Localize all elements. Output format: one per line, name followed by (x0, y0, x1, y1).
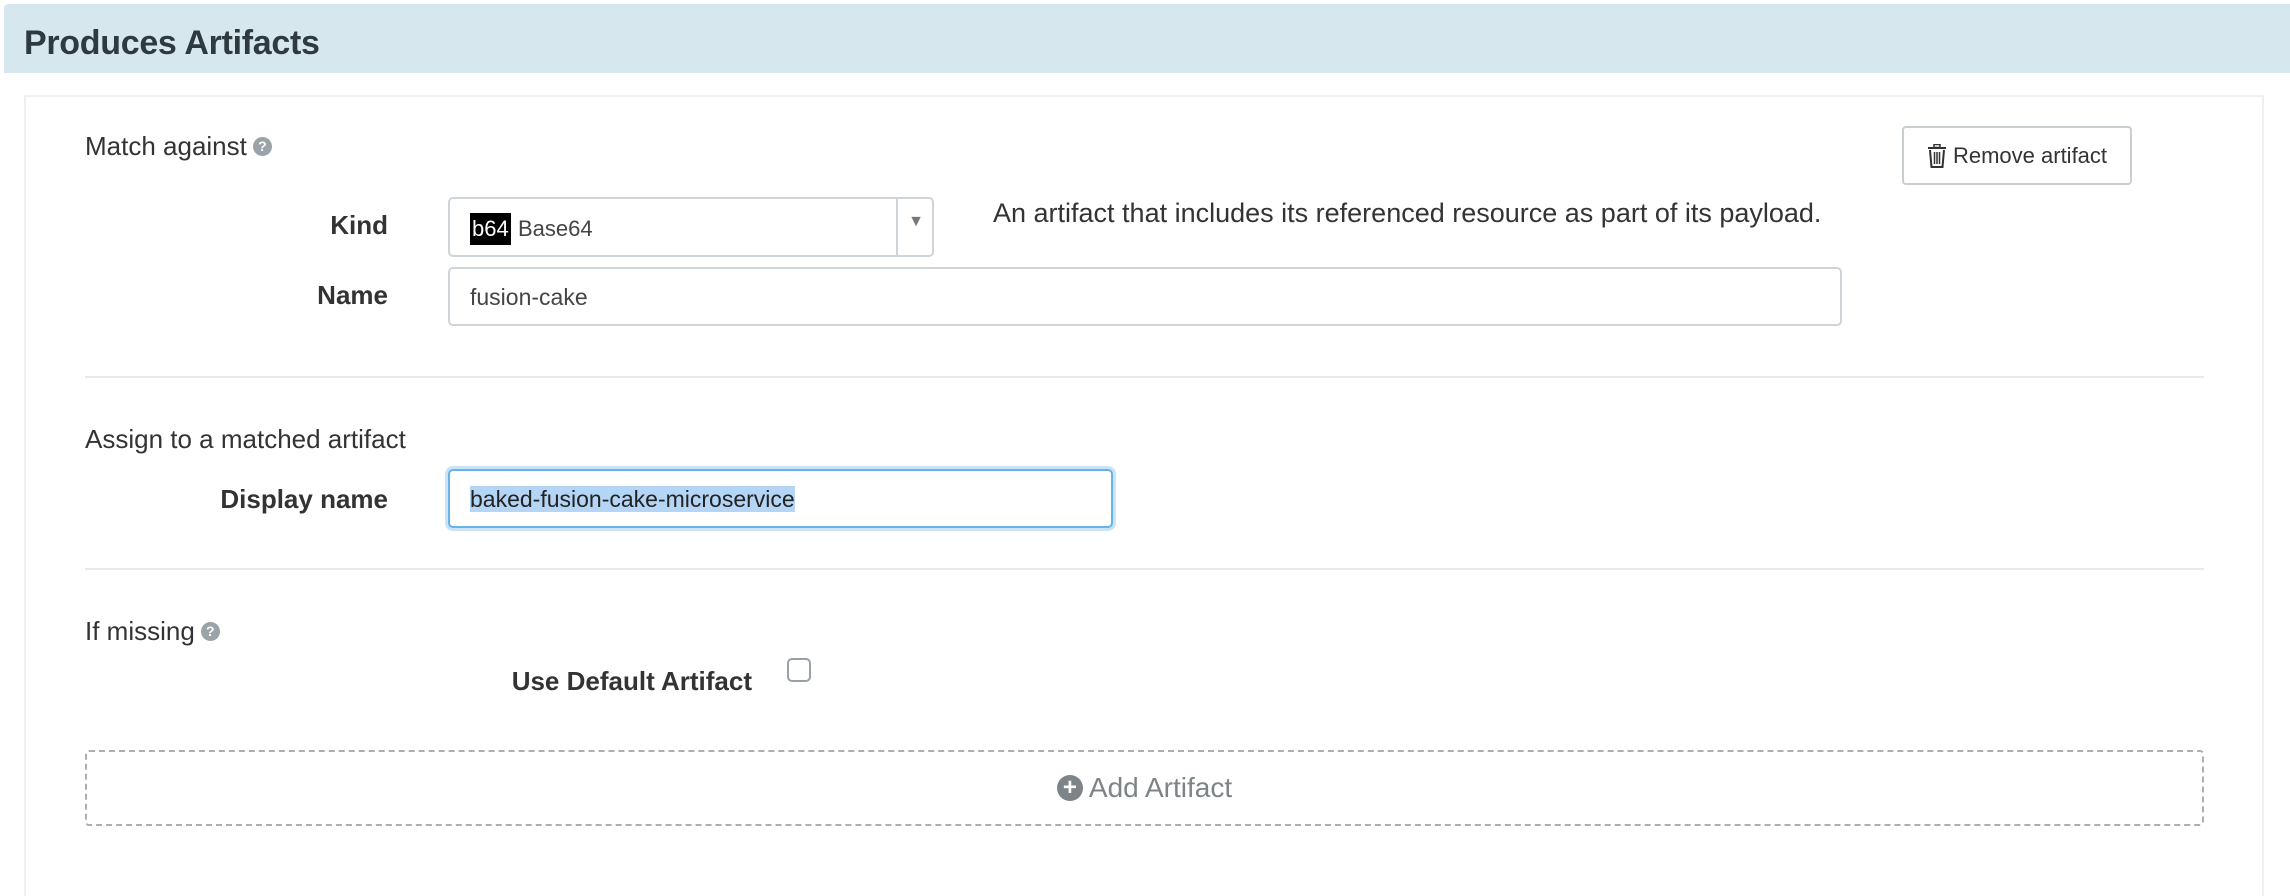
if-missing-label: If missing (85, 616, 195, 646)
add-artifact-label: Add Artifact (1088, 772, 1233, 803)
question-circle-icon[interactable]: ? (200, 621, 220, 641)
name-label: Name (317, 280, 388, 310)
kind-selected-value: Base64 (518, 216, 593, 241)
kind-description: An artifact that includes its referenced… (993, 198, 1822, 228)
if-missing-heading: If missing? (85, 616, 220, 647)
display-name-input-value: baked-fusion-cake-microservice (470, 486, 795, 512)
use-default-artifact-label: Use Default Artifact (511, 666, 752, 696)
remove-artifact-label: Remove artifact (1952, 142, 2108, 168)
plus-circle-icon: + (1056, 775, 1083, 801)
section-header: Produces Artifacts (4, 4, 2290, 73)
kind-label: Kind (330, 210, 388, 240)
kind-badge: b64 (470, 213, 511, 245)
use-default-artifact-checkbox[interactable] (787, 658, 811, 682)
add-artifact-button[interactable]: + Add Artifact (85, 750, 2204, 826)
match-against-label: Match against (85, 131, 247, 161)
chevron-down-icon[interactable]: ▼ (908, 213, 924, 231)
remove-artifact-button[interactable]: Remove artifact (1902, 126, 2132, 185)
match-against-heading: Match against? (85, 131, 272, 162)
divider (85, 376, 2204, 378)
name-input[interactable]: fusion-cake (448, 267, 1842, 326)
trash-icon (1927, 143, 1946, 168)
assign-heading: Assign to a matched artifact (85, 424, 406, 454)
divider (85, 568, 2204, 570)
kind-select[interactable]: b64 Base64 ▼ (448, 197, 934, 257)
select-divider (896, 199, 898, 255)
display-name-label: Display name (220, 484, 388, 514)
section-title: Produces Artifacts (24, 24, 320, 62)
name-input-value: fusion-cake (470, 284, 588, 310)
display-name-input[interactable]: baked-fusion-cake-microservice (448, 469, 1113, 528)
question-circle-icon[interactable]: ? (252, 136, 272, 156)
